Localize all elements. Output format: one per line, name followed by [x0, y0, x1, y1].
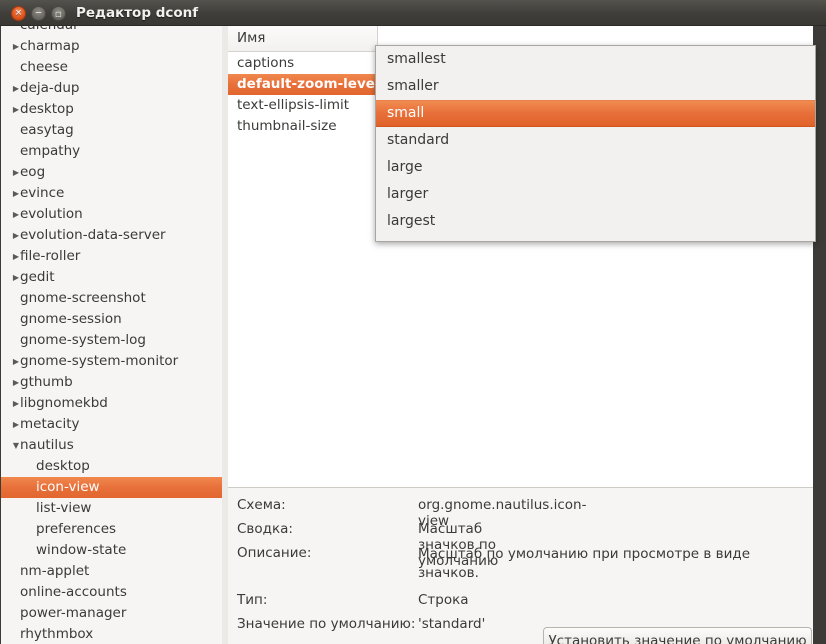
sidebar-item-label: desktop	[20, 101, 74, 117]
sidebar-item-label: charmap	[20, 38, 80, 54]
sidebar-item-label: nautilus	[20, 437, 74, 453]
sidebar-item-list-view[interactable]: list-view	[1, 498, 222, 519]
sidebar-item-evince[interactable]: ▶ evince	[1, 183, 222, 204]
sidebar-item-label: gthumb	[20, 374, 73, 390]
sidebar-item-label: icon-view	[36, 479, 100, 495]
default-value-value: 'standard'	[418, 616, 486, 632]
window-title: Редактор dconf	[76, 5, 199, 21]
sidebar-item-nm-applet[interactable]: nm-applet	[1, 561, 222, 582]
sidebar-item-gedit[interactable]: ▶ gedit	[1, 267, 222, 288]
sidebar-item-label: list-view	[36, 500, 92, 516]
key-list: captions default-zoom-level text-ellipsis-…	[228, 53, 380, 137]
type-label: Тип:	[237, 592, 268, 608]
sidebar-item-file-roller[interactable]: ▶ file-roller	[1, 246, 222, 267]
sidebar-item-icon-view[interactable]: icon-view	[1, 477, 222, 498]
sidebar-item-gnome-screenshot[interactable]: gnome-screenshot	[1, 288, 222, 309]
sidebar-item-label: empathy	[20, 143, 81, 159]
sidebar-item-deja-dup[interactable]: ▶ deja-dup	[1, 78, 222, 99]
key-column-header[interactable]: Имя	[228, 26, 378, 52]
sidebar-item-label: cheese	[20, 59, 68, 75]
sidebar-item-evolution-data-server[interactable]: ▶ evolution-data-server	[1, 225, 222, 246]
sidebar-item-label: gnome-system-log	[20, 332, 146, 348]
dropdown-option-standard[interactable]: standard	[376, 127, 815, 154]
key-row-captions[interactable]: captions	[228, 53, 378, 74]
sidebar-item-label: gnome-system-monitor	[20, 353, 179, 369]
schema-tree-sidebar[interactable]: calendar▶charmap cheese ▶deja-dup▶desktop e…	[1, 26, 222, 644]
dconf-editor-window: ✕ − ◻ Редактор dconf calendar▶charmap che…	[0, 0, 826, 644]
close-icon: ✕	[14, 8, 23, 19]
maximize-button[interactable]: ◻	[51, 6, 66, 21]
dropdown-option-smallest[interactable]: smallest	[376, 46, 815, 73]
maximize-icon: ◻	[55, 9, 62, 19]
sidebar-item-label: rhythmbox	[20, 626, 94, 642]
default-value-label: Значение по умолчанию:	[237, 616, 416, 632]
type-value: Строка	[418, 592, 469, 608]
sidebar-item-preferences[interactable]: preferences	[1, 519, 222, 540]
key-row-text-ellipsis-limit[interactable]: text-ellipsis-limit	[228, 95, 378, 116]
dropdown-option-smaller[interactable]: smaller	[376, 73, 815, 100]
dropdown-option-large[interactable]: large	[376, 154, 815, 181]
summary-label: Сводка:	[237, 521, 293, 537]
minimize-icon: −	[34, 8, 43, 19]
sidebar-item-eog[interactable]: ▶ eog	[1, 162, 222, 183]
sidebar-item-label: preferences	[36, 521, 117, 537]
sidebar-item-label: window-state	[36, 542, 127, 558]
key-row-default-zoom-level[interactable]: default-zoom-level	[228, 74, 380, 95]
key-row-thumbnail-size[interactable]: thumbnail-size	[228, 116, 378, 137]
sidebar-item-calendar[interactable]: calendar	[1, 26, 222, 36]
sidebar-item-label: file-roller	[20, 248, 81, 264]
sidebar-item-label: evolution	[20, 206, 83, 222]
sidebar-item-easytag[interactable]: easytag	[1, 120, 222, 141]
sidebar-item-label: easytag	[20, 122, 74, 138]
dropdown-option-larger[interactable]: larger	[376, 181, 815, 208]
sidebar-item-gthumb[interactable]: ▶ gthumb	[1, 372, 222, 393]
sidebar-item-rhythmbox[interactable]: rhythmbox	[1, 624, 222, 644]
sidebar-item-desktop[interactable]: desktop	[1, 456, 222, 477]
sidebar-item-gnome-system-log[interactable]: gnome-system-log	[1, 330, 222, 351]
sidebar-item-label: eog	[20, 164, 46, 180]
sidebar-item-nautilus[interactable]: ▼ nautilus	[1, 435, 222, 456]
sidebar-item-libgnomekbd[interactable]: ▶ libgnomekbd	[1, 393, 222, 414]
sidebar-item-desktop[interactable]: ▶ desktop	[1, 99, 222, 120]
sidebar-item-gnome-session[interactable]: gnome-session	[1, 309, 222, 330]
sidebar-item-cheese[interactable]: cheese	[1, 57, 222, 78]
dropdown-option-largest[interactable]: largest	[376, 208, 815, 235]
minimize-button[interactable]: −	[31, 6, 46, 21]
sidebar-item-label: power-manager	[20, 605, 127, 621]
sidebar-item-online-accounts[interactable]: online-accounts	[1, 582, 222, 603]
sidebar-item-label: desktop	[36, 458, 90, 474]
sidebar-item-window-state[interactable]: window-state	[1, 540, 222, 561]
sidebar-item-label: gnome-session	[20, 311, 122, 327]
sidebar-item-metacity[interactable]: ▶ metacity	[1, 414, 222, 435]
window-content: calendar▶charmap cheese ▶deja-dup▶desktop e…	[0, 26, 826, 644]
key-details-panel: Схема: org.gnome.nautilus.icon-view Свод…	[228, 487, 813, 644]
schema-tree-list: calendar▶charmap cheese ▶deja-dup▶desktop e…	[1, 26, 222, 644]
sidebar-item-evolution[interactable]: ▶ evolution	[1, 204, 222, 225]
description-label: Описание:	[237, 545, 312, 561]
dropdown-option-small[interactable]: small	[376, 100, 815, 127]
zoom-level-dropdown[interactable]: smallest smaller small standard large larger l…	[375, 45, 816, 242]
title-bar: ✕ − ◻ Редактор dconf	[0, 0, 826, 26]
close-button[interactable]: ✕	[11, 6, 26, 21]
sidebar-item-label: evince	[20, 185, 65, 201]
sidebar-item-label: nm-applet	[20, 563, 90, 579]
sidebar-item-label: online-accounts	[20, 584, 127, 600]
schema-label: Схема:	[237, 497, 286, 513]
sidebar-item-label: gnome-screenshot	[20, 290, 146, 306]
description-value: Масштаб по умолчанию при просмотре в вид…	[418, 546, 751, 581]
sidebar-item-label: evolution-data-server	[20, 227, 166, 243]
sidebar-item-empathy[interactable]: empathy	[1, 141, 222, 162]
sidebar-item-label: metacity	[20, 416, 80, 432]
set-default-button[interactable]: Установить значение по умолчанию	[543, 627, 812, 644]
sidebar-item-label: deja-dup	[20, 80, 80, 96]
sidebar-item-power-manager[interactable]: power-manager	[1, 603, 222, 624]
sidebar-item-gnome-system-monitor[interactable]: ▶ gnome-system-monitor	[1, 351, 222, 372]
sidebar-item-charmap[interactable]: ▶ charmap	[1, 36, 222, 57]
sidebar-item-label: calendar	[20, 26, 79, 36]
sidebar-item-label: gedit	[20, 269, 55, 285]
sidebar-item-label: libgnomekbd	[20, 395, 108, 411]
